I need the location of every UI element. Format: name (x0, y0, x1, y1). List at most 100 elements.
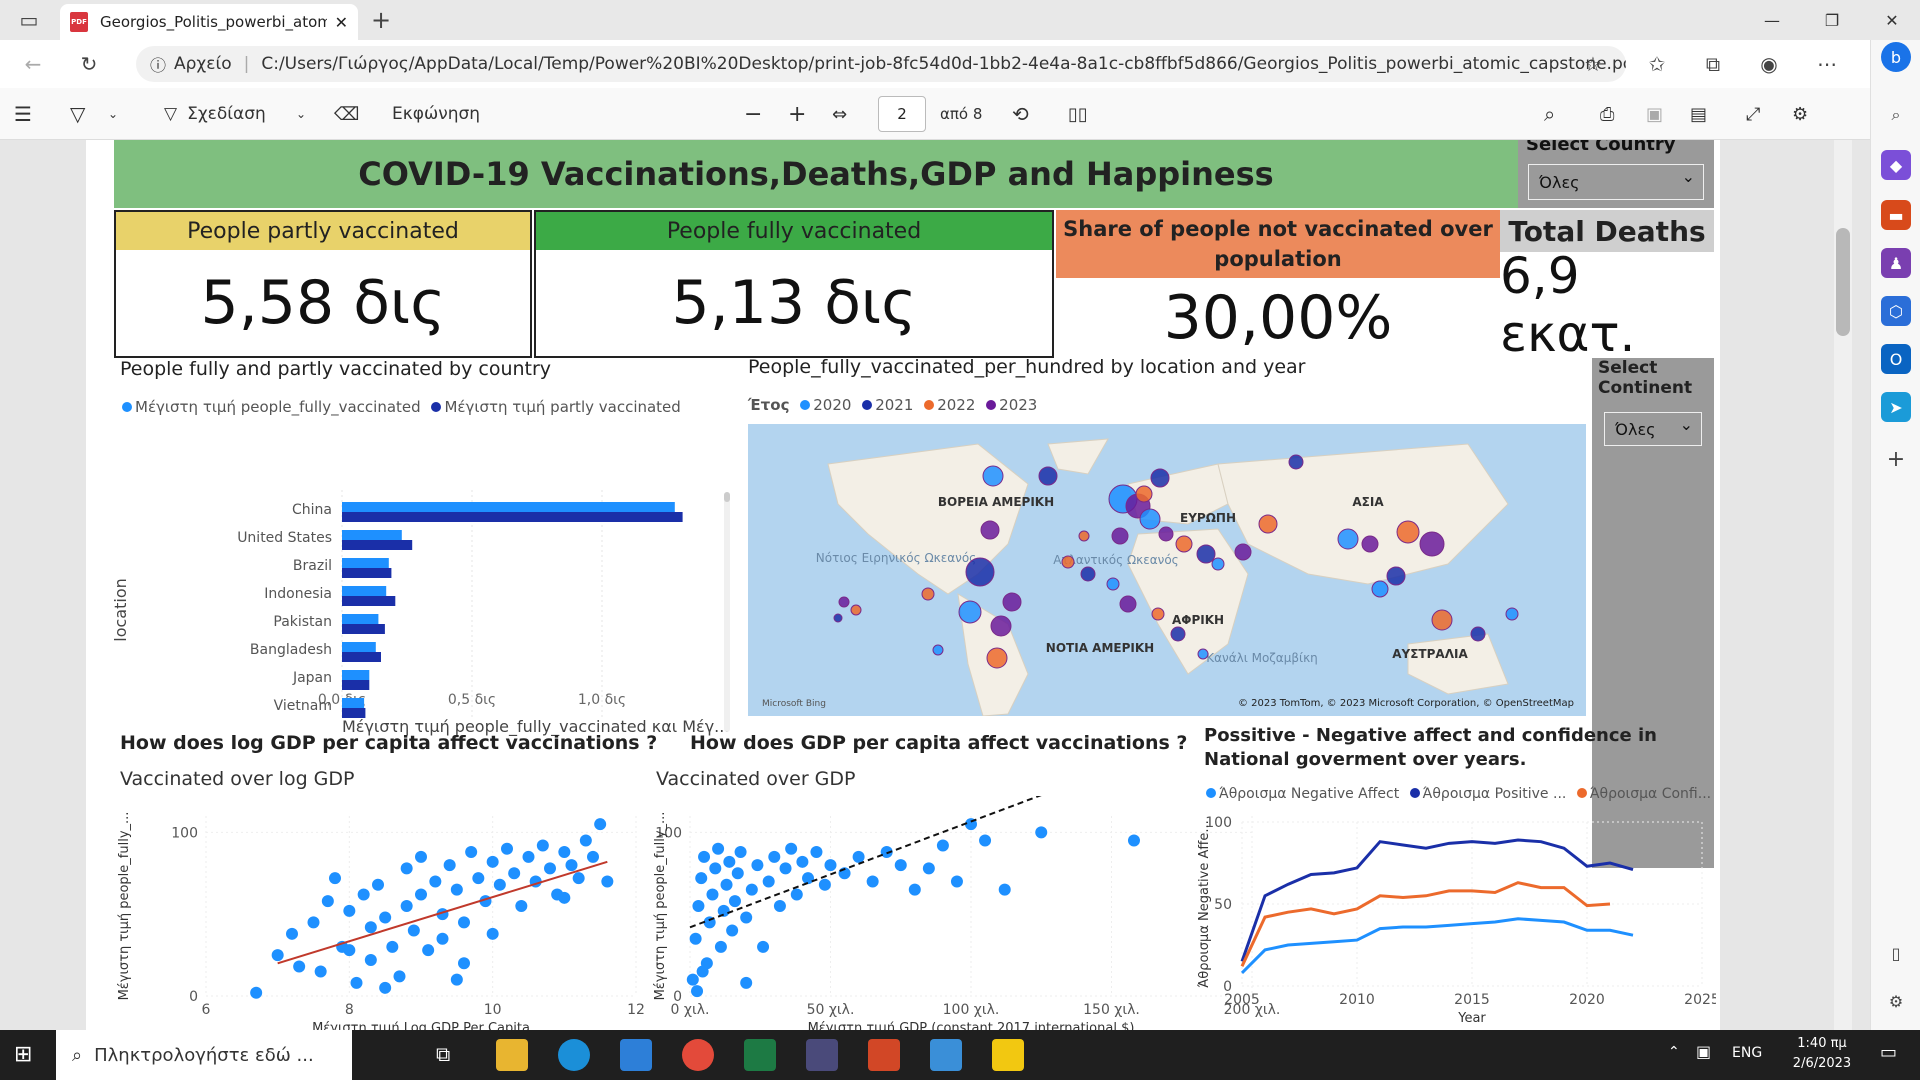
file-explorer-icon[interactable] (496, 1039, 528, 1071)
legend-label: 2022 (937, 396, 976, 414)
rotate-icon[interactable]: ⟲ (1012, 88, 1029, 140)
kpi-label: People partly vaccinated (116, 212, 530, 250)
restore-icon[interactable]: ❐ (1810, 6, 1854, 34)
draw-button[interactable]: ▽ Σχεδίαση (164, 88, 266, 140)
sidebar-settings-icon[interactable]: ⚙ (1881, 986, 1911, 1016)
scatter-point (286, 927, 298, 940)
chart-scrollbar (724, 492, 730, 732)
file-label: Αρχείο (174, 54, 232, 74)
tray-chevron-icon[interactable]: ⌃ (1668, 1044, 1680, 1060)
more-icon[interactable]: ⋯ (1810, 47, 1844, 81)
settings-icon[interactable]: ⚙ (1792, 88, 1808, 140)
drop-icon[interactable]: ➤ (1881, 392, 1911, 422)
scrollbar-thumb[interactable] (1836, 228, 1850, 336)
bing-icon[interactable]: b (1881, 42, 1911, 72)
print-icon[interactable]: ⎙ (1600, 88, 1614, 140)
read-aloud-button[interactable]: Εκφώνηση (392, 88, 480, 140)
browser-tab[interactable]: PDF Georgios_Politis_powerbi_atomic ✕ (60, 4, 358, 40)
shopping-icon[interactable]: ◆ (1881, 150, 1911, 180)
bar-fully (342, 670, 370, 680)
scatter-point (372, 878, 384, 891)
line-chart: 2005 2010 2015 2020 2025050100YearΆθροισμα N… (1197, 815, 1716, 1026)
map-bubble (1170, 626, 1186, 642)
scatter-point (501, 842, 513, 855)
sidebar-search-icon[interactable]: ⌕ (1881, 100, 1911, 130)
bubble-map[interactable]: ΒΟΡΕΙΑ ΑΜΕΡΙΚΗΝότιος Ειρηνικός Ωκεανός Ατ… (748, 424, 1586, 716)
microsoft365-icon[interactable]: ⬡ (1881, 296, 1911, 326)
save-as-icon[interactable]: ▤ (1690, 88, 1707, 140)
kpi-label: Share of people not vaccinated over popu… (1056, 210, 1500, 278)
close-window-icon[interactable]: ✕ (1870, 6, 1914, 34)
excel-icon[interactable] (744, 1039, 776, 1071)
scatter-point (486, 927, 499, 940)
photos-icon[interactable] (930, 1039, 962, 1071)
map-bubble (1371, 580, 1389, 598)
highlight-dropdown-icon[interactable]: ⌄ (108, 88, 118, 140)
mail-icon[interactable] (620, 1039, 652, 1071)
map-bubble (838, 596, 850, 608)
sidebar-toggle-icon[interactable]: ▯ (1881, 938, 1911, 968)
scatter-point (866, 875, 879, 888)
scatter-point (728, 895, 741, 908)
outlook-icon[interactable]: O (1881, 344, 1911, 374)
games-icon[interactable]: ♟ (1881, 248, 1911, 278)
y-tick-label: 100 (171, 825, 198, 841)
back-icon[interactable]: ← (16, 47, 50, 81)
map-bubble (1197, 648, 1209, 660)
fit-page-icon[interactable]: ⇔ (832, 88, 847, 140)
language-indicator[interactable]: ENG (1732, 1045, 1762, 1061)
powerpoint-icon[interactable] (868, 1039, 900, 1071)
search-icon[interactable]: ⌕ (1544, 88, 1555, 140)
page-total: από 8 (940, 105, 983, 123)
map-bubble (1419, 531, 1445, 557)
fullscreen-icon[interactable]: ⤢ (1746, 88, 1760, 140)
scatter-point (429, 875, 442, 888)
profile-icon[interactable]: ◉ (1752, 47, 1786, 81)
select-continent-dropdown[interactable]: Όλες ⌄ (1604, 412, 1702, 446)
edge-icon[interactable] (558, 1039, 590, 1071)
bar-partly (342, 540, 413, 550)
zoom-out-icon[interactable]: − (744, 88, 762, 140)
collections-icon[interactable]: ⧉ (1696, 47, 1730, 81)
favorites-icon[interactable]: ✩ (1640, 47, 1674, 81)
tab-actions-icon[interactable]: ▭ (12, 3, 46, 37)
scatter-point (691, 985, 704, 998)
close-tab-icon[interactable]: ✕ (335, 13, 348, 32)
chrome-icon[interactable] (682, 1039, 714, 1071)
zoom-in-icon[interactable]: + (788, 88, 806, 140)
add-sidebar-icon[interactable]: + (1881, 444, 1911, 474)
add-favorite-icon[interactable]: ☆ (1576, 47, 1610, 81)
bar-fully (342, 530, 402, 540)
notifications-icon[interactable]: ▭ (1880, 1042, 1897, 1063)
eraser-icon[interactable]: ⌫ (334, 88, 359, 140)
scatter-point (515, 900, 528, 912)
clock[interactable]: 1:40 πμ 2/6/2023 (1782, 1034, 1862, 1074)
refresh-icon[interactable]: ↻ (72, 47, 106, 81)
taskbar-search[interactable]: ⌕ Πληκτρολογήστε εδώ ... (56, 1030, 352, 1080)
save-icon[interactable]: ▣ (1646, 88, 1663, 140)
legend-swatch (986, 400, 997, 410)
pdf-viewport: COVID-19 Vaccinations,Deaths,GDP and Hap… (0, 140, 1870, 1030)
select-country-dropdown[interactable]: Όλες ⌄ (1528, 164, 1704, 200)
kpi-value: 30,00% (1163, 283, 1393, 353)
network-icon[interactable]: ▣ (1696, 1042, 1711, 1061)
scatter-point (745, 883, 758, 896)
page-number-input[interactable]: 2 (878, 96, 926, 132)
minimize-icon[interactable]: — (1750, 6, 1794, 34)
bar-chart-title: People fully and partly vaccinated by co… (120, 358, 552, 380)
contents-icon[interactable]: ☰ (14, 88, 32, 140)
powerbi-icon[interactable] (992, 1039, 1024, 1071)
address-bar[interactable]: ⓘ Αρχείο | C:/Users/Γιώργος/AppData/Loca… (136, 46, 1626, 82)
page-view-icon[interactable]: ▯▯ (1068, 88, 1088, 140)
y-tick-label: Brazil (293, 558, 332, 574)
task-view-icon[interactable]: ⧉ (436, 1042, 450, 1066)
kpi-value: 6,9 εκατ. (1500, 247, 1636, 363)
windows-start-icon[interactable]: ⊞ (14, 1042, 32, 1067)
kpi-card-partly: People partly vaccinated 5,58 δις (114, 210, 532, 358)
tools-icon[interactable]: ▬ (1881, 200, 1911, 230)
draw-dropdown-icon[interactable]: ⌄ (296, 88, 306, 140)
app-icon[interactable] (806, 1039, 838, 1071)
scatter-point (350, 976, 363, 989)
highlight-icon[interactable]: ▽ (70, 88, 85, 140)
new-tab-icon[interactable]: + (364, 3, 398, 37)
